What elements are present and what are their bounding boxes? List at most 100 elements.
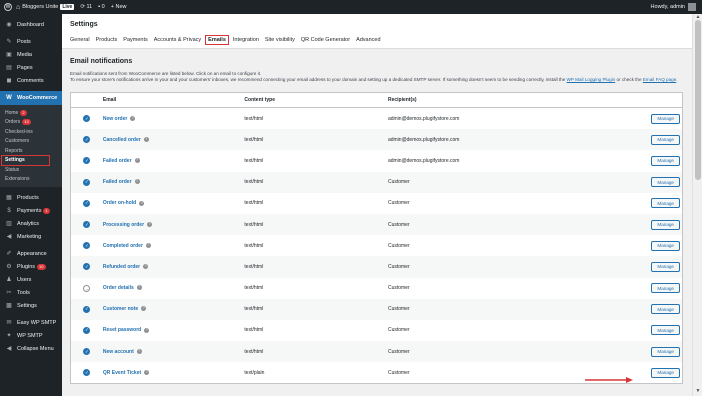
sidebar-item-payments[interactable]: $ Payments 1 [0,204,62,217]
tab-payments[interactable]: Payments [123,37,147,43]
tab-emails[interactable]: Emails [205,35,229,45]
manage-button[interactable]: Manage [651,261,680,272]
sidebar-item-label: Dashboard [17,21,44,28]
status-cell: ✓ [71,326,103,334]
sidebar-item-settings[interactable]: ▩ Settings [0,299,62,312]
sidebar-item-collapse-menu[interactable]: ◀ Collapse Menu [0,342,62,355]
page-scrollbar[interactable]: ▲ ▼ [692,14,702,396]
scroll-thumb[interactable] [695,20,701,180]
help-icon[interactable]: ? [143,264,149,270]
sidebar-item-marketing[interactable]: ◀ Marketing [0,230,62,243]
email-name-link[interactable]: Cancelled order [103,137,141,143]
status-cell: ✓ [71,221,103,229]
manage-button[interactable]: Manage [651,325,680,336]
help-icon[interactable]: ? [141,306,147,312]
wp-mail-logging-link[interactable]: WP Mail Logging Plugin [567,77,616,82]
help-icon[interactable]: ? [139,200,145,206]
help-icon[interactable]: ? [145,242,151,248]
status-cell: ✓ [71,348,103,356]
manage-button[interactable]: Manage [651,155,680,166]
submenu-item-checked-ins[interactable]: Checked-ins [0,127,62,137]
help-icon[interactable]: ? [130,115,136,121]
submenu-item-extensions[interactable]: Extensions [0,175,62,185]
site-name-link[interactable]: ⌂ Bloggers Unite Live [16,4,75,11]
help-icon[interactable]: ? [143,136,149,142]
help-icon[interactable]: ? [144,370,150,376]
help-icon[interactable]: ? [136,348,142,354]
sidebar-item-analytics[interactable]: ▥ Analytics [0,217,62,230]
email-faq-link[interactable]: Email FAQ page [643,77,676,82]
sidebar-item-users[interactable]: ♟ Users [0,273,62,286]
tab-general[interactable]: General [70,37,90,43]
email-name-link[interactable]: Reset password [103,327,141,333]
enabled-check-icon: ✓ [83,305,91,313]
action-cell: Manage [637,367,682,378]
tab-qr-code-generator[interactable]: QR Code Generator [301,37,350,43]
manage-button[interactable]: Manage [651,198,680,209]
sidebar-item-products[interactable]: ▦ Products [0,191,62,204]
submenu-item-orders[interactable]: Orders 13 [0,118,62,128]
help-icon[interactable]: ? [147,221,153,227]
tab-integration[interactable]: Integration [233,37,259,43]
submenu-item-reports[interactable]: Reports [0,146,62,156]
email-name-link[interactable]: Failed order [103,179,132,185]
sidebar-item-media[interactable]: ▣ Media [0,48,62,61]
submenu-item-customers[interactable]: Customers [0,137,62,147]
tools-icon: ✂ [6,290,12,296]
updates-link[interactable]: ⟳ 11 [80,4,92,10]
help-icon[interactable]: ? [134,179,140,185]
manage-button[interactable]: Manage [651,177,680,188]
manage-button[interactable]: Manage [651,367,680,378]
email-name-link[interactable]: QR Event Ticket [103,370,141,376]
new-content-link[interactable]: + New [111,4,127,10]
help-icon[interactable]: ? [134,158,140,164]
help-icon[interactable]: ? [136,285,142,291]
email-cell: New order? [103,116,245,122]
manage-button[interactable]: Manage [651,113,680,124]
status-cell: ✓ [71,199,103,207]
sidebar-item-tools[interactable]: ✂ Tools [0,286,62,299]
sidebar-item-appearance[interactable]: ✐ Appearance [0,247,62,260]
email-name-link[interactable]: New order [103,116,127,122]
help-icon[interactable]: ? [144,327,150,333]
tab-accounts-privacy[interactable]: Accounts & Privacy [154,37,201,43]
email-name-link[interactable]: Order details [103,285,134,291]
wordpress-logo-icon[interactable]: W [4,3,12,11]
sidebar-item-comments[interactable]: ◼ Comments [0,74,62,87]
submenu-item-home[interactable]: Home 2 [0,108,62,118]
manage-button[interactable]: Manage [651,240,680,251]
manage-button[interactable]: Manage [651,304,680,315]
status-cell: ✓ [71,242,103,250]
sidebar-item-plugins[interactable]: ⚙ Plugins 10 [0,260,62,273]
email-name-link[interactable]: Processing order [103,222,144,228]
sidebar-item-posts[interactable]: ✎ Posts [0,35,62,48]
email-name-link[interactable]: Refunded order [103,264,140,270]
sidebar-item-label: WP SMTP [17,332,43,339]
submenu-item-settings[interactable]: Settings [1,154,50,166]
account-menu[interactable]: Howdy, admin [651,0,696,14]
tab-products[interactable]: Products [96,37,118,43]
tab-advanced[interactable]: Advanced [356,37,380,43]
scroll-down-icon[interactable]: ▼ [693,388,702,394]
marketing-icon: ◀ [6,234,12,240]
email-name-link[interactable]: Order on-hold [103,200,136,206]
sidebar-item-dashboard[interactable]: ◉ Dashboard [0,18,62,31]
sidebar-item-pages[interactable]: ▤ Pages [0,61,62,74]
email-name-link[interactable]: Completed order [103,243,143,249]
submenu-item-status[interactable]: Status [0,165,62,175]
manage-button[interactable]: Manage [651,134,680,145]
submenu-label: Home [5,109,19,116]
sidebar-item-wp-smtp[interactable]: ✦ WP SMTP [0,329,62,342]
email-name-link[interactable]: New account [103,349,134,355]
tab-site-visibility[interactable]: Site visibility [265,37,295,43]
manage-button[interactable]: Manage [651,283,680,294]
manage-button[interactable]: Manage [651,219,680,230]
sidebar-item-label: Users [17,276,32,283]
comments-link[interactable]: ▪ 0 [98,4,105,10]
sidebar-item-woocommerce[interactable]: W WooCommerce [0,91,62,105]
recipient-cell: Customer [387,285,410,292]
sidebar-item-easy-wp-smtp[interactable]: ✉ Easy WP SMTP [0,316,62,329]
manage-button[interactable]: Manage [651,346,680,357]
email-name-link[interactable]: Failed order [103,158,132,164]
email-name-link[interactable]: Customer note [103,306,138,312]
